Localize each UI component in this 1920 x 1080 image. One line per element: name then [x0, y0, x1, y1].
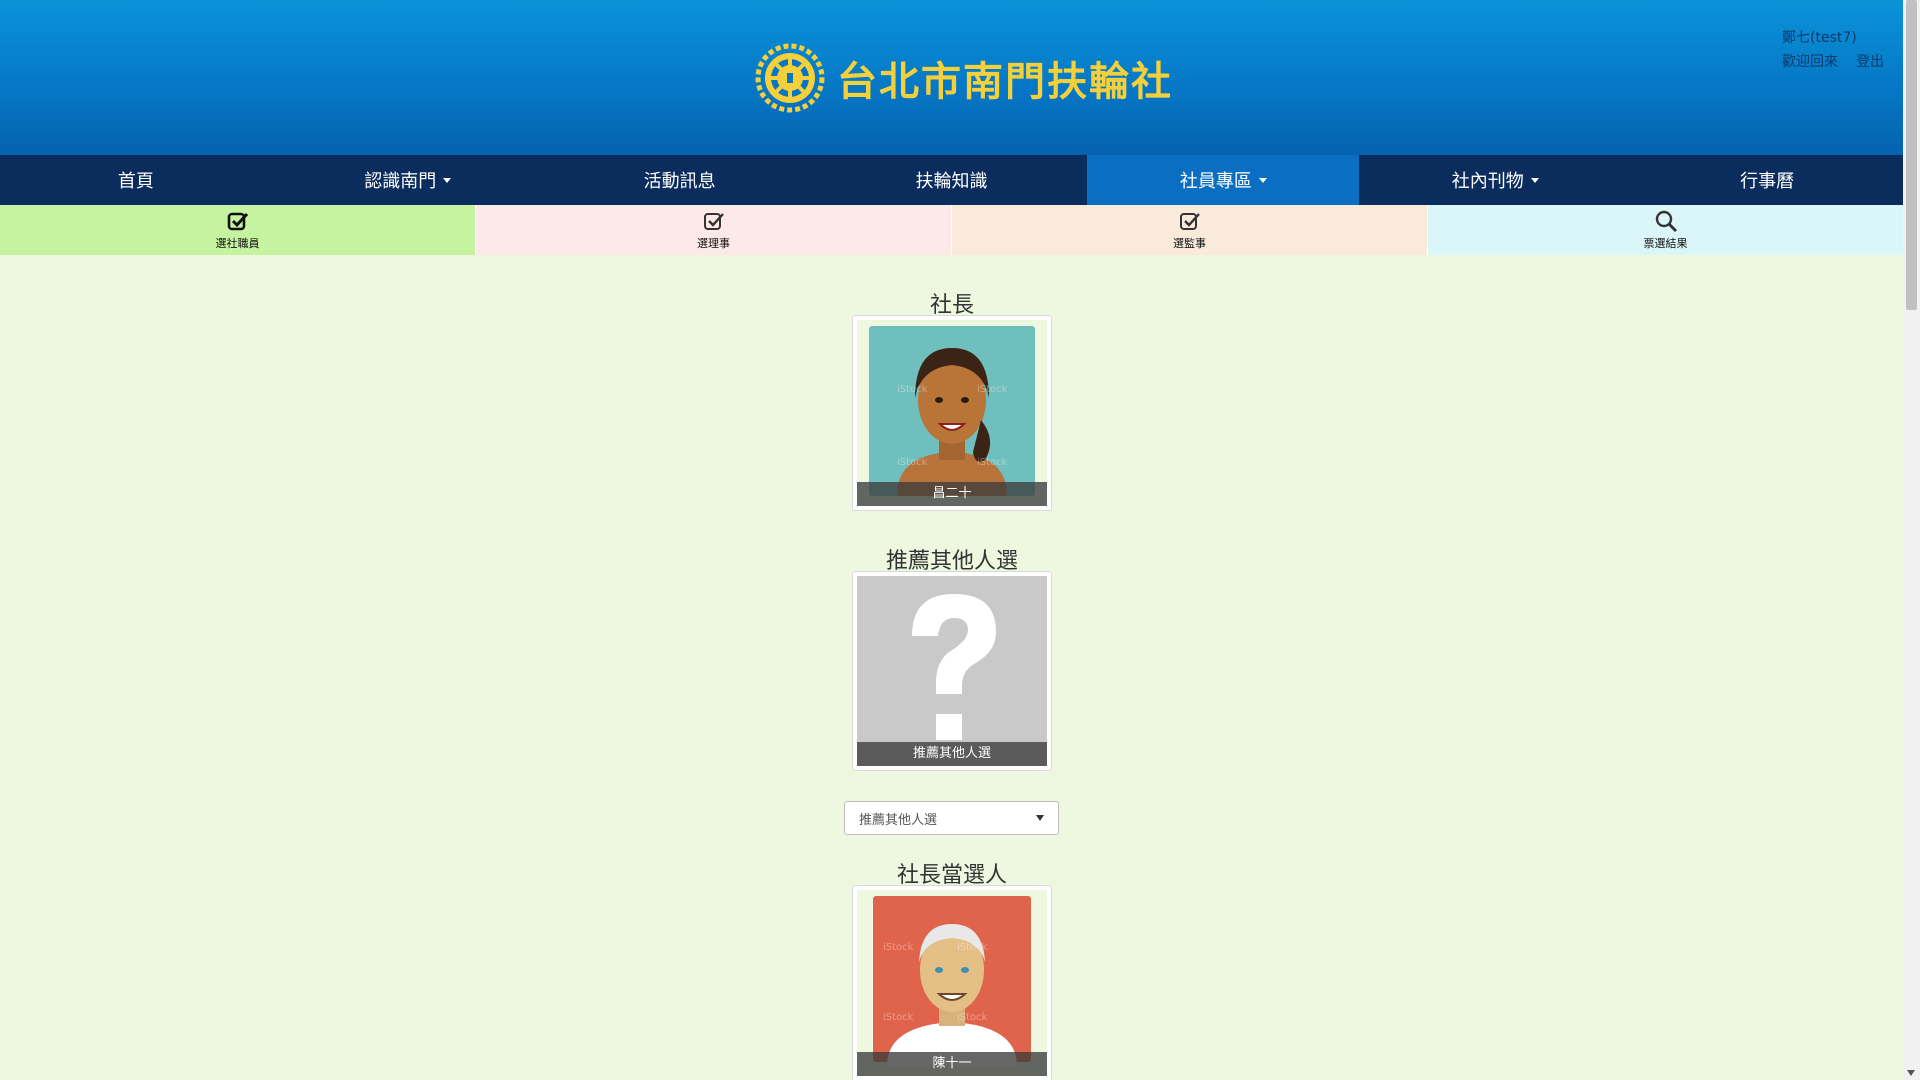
- svg-text:iStock: iStock: [977, 384, 1008, 395]
- nav-home-label: 首頁: [117, 171, 154, 192]
- scrollbar-thumb[interactable]: [1906, 0, 1917, 310]
- check-square-icon: [1179, 213, 1200, 230]
- nav-events-label: 活動訊息: [643, 171, 716, 192]
- subnav-elect-officers[interactable]: 選社職員: [0, 205, 476, 255]
- recommend-name: 推薦其他人選: [857, 742, 1047, 766]
- nav-knowledge[interactable]: 扶輪知識: [816, 155, 1088, 205]
- subnav-vote-results[interactable]: 票選結果: [1428, 205, 1903, 255]
- nav-events[interactable]: 活動訊息: [544, 155, 816, 205]
- elected-name: 陳十一: [857, 1052, 1047, 1076]
- sub-nav: 選社職員 選理事 選監事 票選結果: [0, 205, 1903, 255]
- president-name: 昌二十: [857, 482, 1047, 506]
- watermark-text: iStock: [897, 384, 928, 395]
- nav-about[interactable]: 認識南門: [272, 155, 544, 205]
- caret-down-icon: [1530, 177, 1539, 183]
- subnav-elect-supervisors-label: 選監事: [1173, 237, 1206, 250]
- nav-about-label: 認識南門: [364, 171, 437, 192]
- svg-text:iStock: iStock: [883, 1012, 914, 1023]
- recommend-select[interactable]: 推薦其他人選: [844, 801, 1059, 835]
- check-square-icon: [227, 212, 248, 231]
- page-scrollbar[interactable]: [1903, 0, 1920, 1080]
- subnav-elect-supervisors[interactable]: 選監事: [952, 205, 1428, 255]
- elected-card[interactable]: iStock iStock iStock iStock 陳十一: [852, 885, 1052, 1080]
- check-square-icon: [703, 213, 724, 230]
- subnav-vote-results-label: 票選結果: [1643, 237, 1688, 250]
- nav-publications-label: 社內刊物: [1451, 171, 1524, 192]
- rotary-logo-icon: [755, 43, 825, 113]
- subnav-elect-officers-label: 選社職員: [215, 237, 260, 250]
- avatar-man: iStock iStock iStock iStock: [857, 890, 1047, 1076]
- subnav-elect-directors-label: 選理事: [697, 237, 730, 250]
- subnav-elect-directors[interactable]: 選理事: [476, 205, 952, 255]
- search-icon: [1655, 210, 1677, 233]
- recommend-select-value: 推薦其他人選: [859, 812, 938, 828]
- nav-calendar-label: 行事曆: [1740, 171, 1795, 192]
- logout-link[interactable]: 登出: [1856, 50, 1884, 74]
- avatar-woman: iStock iStock iStock iStock: [857, 320, 1047, 506]
- brand[interactable]: 台北市南門扶輪社: [755, 42, 1173, 114]
- scroll-down-arrow-icon[interactable]: [1907, 1070, 1915, 1076]
- president-card[interactable]: iStock iStock iStock iStock 昌二十: [852, 315, 1052, 511]
- question-mark-icon: [857, 576, 1047, 766]
- nav-home[interactable]: 首頁: [0, 155, 272, 205]
- svg-text:iStock: iStock: [897, 457, 928, 468]
- svg-text:iStock: iStock: [957, 1012, 988, 1023]
- svg-text:iStock: iStock: [977, 457, 1008, 468]
- nav-publications[interactable]: 社內刊物: [1359, 155, 1631, 205]
- elected-photo: iStock iStock iStock iStock 陳十一: [857, 890, 1047, 1076]
- svg-text:iStock: iStock: [957, 942, 988, 953]
- president-photo: iStock iStock iStock iStock 昌二十: [857, 320, 1047, 506]
- question-placeholder: 推薦其他人選: [857, 576, 1047, 766]
- main-nav: 首頁 認識南門 活動訊息 扶輪知識 社員專區 社內刊物 行事曆: [0, 155, 1903, 205]
- welcome-text: 歡迎回來: [1782, 54, 1838, 70]
- caret-down-icon: [1258, 177, 1267, 183]
- user-name: 鄭七(test7): [1782, 30, 1857, 46]
- nav-members[interactable]: 社員專區: [1087, 155, 1360, 205]
- nav-knowledge-label: 扶輪知識: [915, 171, 988, 192]
- caret-down-icon: [443, 177, 452, 183]
- user-box: 鄭七(test7) 歡迎回來 登出: [1782, 26, 1884, 74]
- site-title: 台北市南門扶輪社: [837, 59, 1173, 105]
- chevron-down-icon: [1036, 815, 1044, 821]
- nav-calendar[interactable]: 行事曆: [1631, 155, 1903, 205]
- site-header: 台北市南門扶輪社 鄭七(test7) 歡迎回來 登出: [0, 0, 1903, 155]
- recommend-card[interactable]: 推薦其他人選: [852, 571, 1052, 771]
- svg-text:iStock: iStock: [883, 942, 914, 953]
- nav-members-label: 社員專區: [1179, 171, 1252, 192]
